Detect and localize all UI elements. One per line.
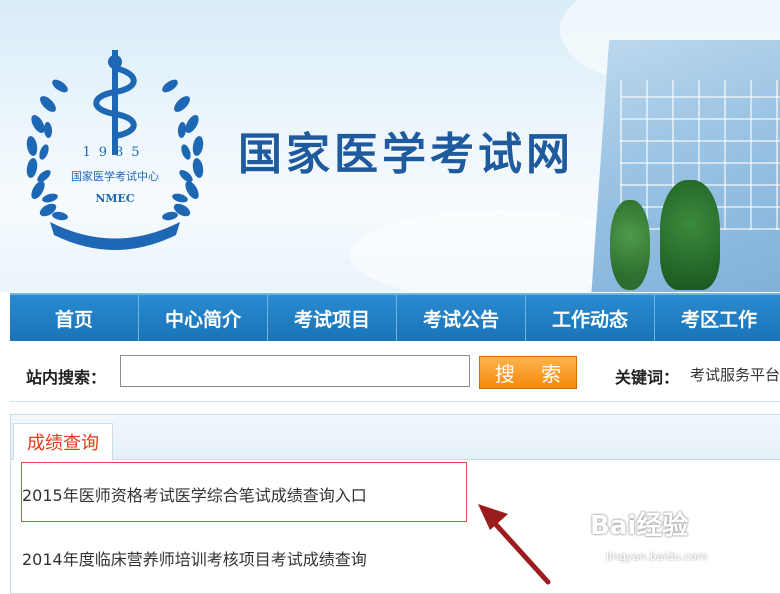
baidu-watermark: Bai经验: [590, 511, 689, 541]
search-label: 站内搜索：: [26, 368, 107, 387]
baidu-watermark-url: jingyan.baidu.com: [606, 550, 708, 563]
nmec-logo[interactable]: 1985 国家医学考试中心 NMEC: [20, 40, 210, 250]
site-search-bar: 站内搜索： 搜 索 关键词： 考试服务平台: [10, 342, 780, 402]
tab-strip: 成绩查询: [11, 415, 780, 460]
logo-center-name: 国家医学考试中心: [71, 169, 159, 183]
logo-abbr: NMEC: [95, 192, 135, 205]
search-input[interactable]: [120, 355, 470, 387]
nav-item-regional-work[interactable]: 考区工作: [655, 295, 780, 341]
tab-score-query[interactable]: 成绩查询: [13, 423, 113, 460]
search-button[interactable]: 搜 索: [479, 356, 577, 389]
keyword-link[interactable]: 考试服务平台: [690, 364, 780, 385]
result-link-2015[interactable]: 2015年医师资格考试医学综合笔试成绩查询入口: [22, 482, 367, 506]
nav-item-about[interactable]: 中心简介: [139, 295, 268, 341]
main-nav: 首页 中心简介 考试项目 考试公告 工作动态 考区工作: [10, 293, 780, 341]
logo-year: 1985: [82, 145, 147, 160]
red-arrow-annotation: [478, 504, 551, 585]
header-banner: 1985 国家医学考试中心 NMEC 国家医学考试网: [0, 0, 780, 292]
keyword-label: 关键词：: [615, 368, 680, 387]
nav-item-exams[interactable]: 考试项目: [268, 295, 397, 341]
site-title: 国家医学考试网: [238, 129, 574, 180]
nav-item-announcements[interactable]: 考试公告: [397, 295, 526, 341]
result-link-2014[interactable]: 2014年度临床营养师培训考核项目考试成绩查询: [22, 546, 367, 570]
nav-item-news[interactable]: 工作动态: [526, 295, 655, 341]
nav-item-home[interactable]: 首页: [10, 295, 139, 341]
